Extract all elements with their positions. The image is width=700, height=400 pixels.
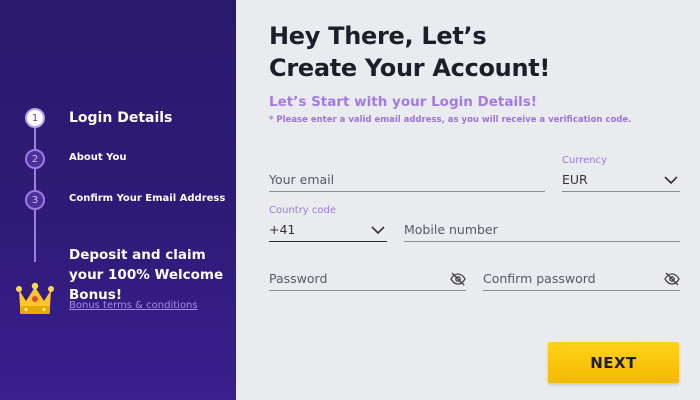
mobile-number-input[interactable] xyxy=(404,222,680,237)
chevron-down-icon xyxy=(664,176,678,185)
confirm-password-field xyxy=(483,262,680,291)
title-line-1: Hey There, Let’s xyxy=(269,22,487,50)
step-3-label: Confirm Your Email Address xyxy=(69,193,226,204)
currency-value: EUR xyxy=(562,172,588,187)
bonus-terms-link[interactable]: Bonus terms & conditions xyxy=(69,300,198,311)
mobile-number-field xyxy=(404,213,680,242)
email-verification-note: * Please enter a valid email address, as… xyxy=(269,115,632,125)
next-button[interactable]: NEXT xyxy=(548,342,679,383)
currency-label: Currency xyxy=(562,155,608,166)
page-title: Hey There, Let’s Create Your Account! xyxy=(269,20,689,84)
country-code-label: Country code xyxy=(269,205,337,216)
country-code-value: +41 xyxy=(269,222,296,237)
title-line-2: Create Your Account! xyxy=(269,54,551,82)
crown-icon xyxy=(16,282,54,314)
step-1-label: Login Details xyxy=(69,110,173,126)
password-field xyxy=(269,262,466,291)
step-2-indicator: 2 xyxy=(25,149,45,169)
password-input[interactable] xyxy=(269,271,466,286)
welcome-bonus-text: Deposit and claim your 100% Welcome Bonu… xyxy=(69,247,224,303)
eye-off-icon[interactable] xyxy=(664,272,680,286)
confirm-password-input[interactable] xyxy=(483,271,680,286)
currency-select[interactable]: Currency EUR xyxy=(562,155,680,192)
sidebar: 1 Login Details 2 About You 3 Confirm Yo… xyxy=(0,0,236,400)
step-2-label: About You xyxy=(69,152,127,163)
email-input[interactable] xyxy=(269,172,545,187)
step-1-indicator: 1 xyxy=(25,108,45,128)
step-3-indicator: 3 xyxy=(25,190,45,210)
email-field xyxy=(269,164,545,192)
country-code-select[interactable]: Country code +41 xyxy=(269,205,387,242)
chevron-down-icon xyxy=(371,226,385,235)
eye-off-icon[interactable] xyxy=(450,272,466,286)
form-subtitle: Let’s Start with your Login Details! xyxy=(269,94,537,110)
